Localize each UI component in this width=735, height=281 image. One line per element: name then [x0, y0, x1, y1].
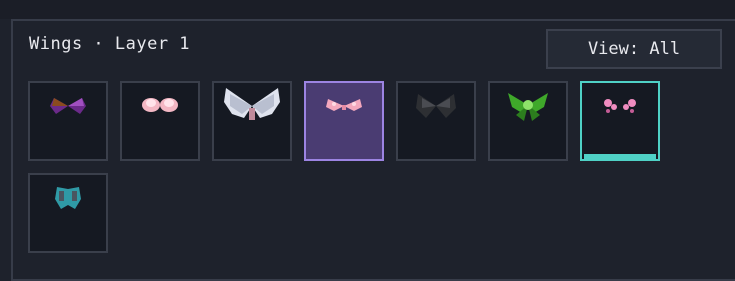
top-bar [0, 0, 735, 19]
dark-purple-wings-icon [50, 97, 86, 114]
wing-slot[interactable] [488, 81, 568, 161]
green-insect-wings-icon [508, 92, 548, 121]
panel-title: Wings · Layer 1 [29, 34, 191, 54]
wing-slot[interactable] [28, 173, 108, 253]
view-filter-button[interactable]: View: All [546, 29, 722, 69]
wing-slot[interactable] [28, 81, 108, 161]
white-angel-wings-icon [224, 87, 280, 120]
equipped-indicator [584, 154, 656, 159]
pink-fairy-wings-icon [326, 98, 362, 111]
teal-beetle-wings-icon [55, 186, 81, 209]
black-wings-icon [416, 93, 456, 118]
pink-butterfly-wings-icon [604, 98, 636, 113]
wing-slot[interactable] [120, 81, 200, 161]
wing-slot-equipped[interactable] [580, 81, 660, 161]
wing-slot[interactable] [212, 81, 292, 161]
pink-feather-wings-icon [142, 97, 178, 112]
wing-slot-selected[interactable] [304, 81, 384, 161]
wing-slot[interactable] [396, 81, 476, 161]
